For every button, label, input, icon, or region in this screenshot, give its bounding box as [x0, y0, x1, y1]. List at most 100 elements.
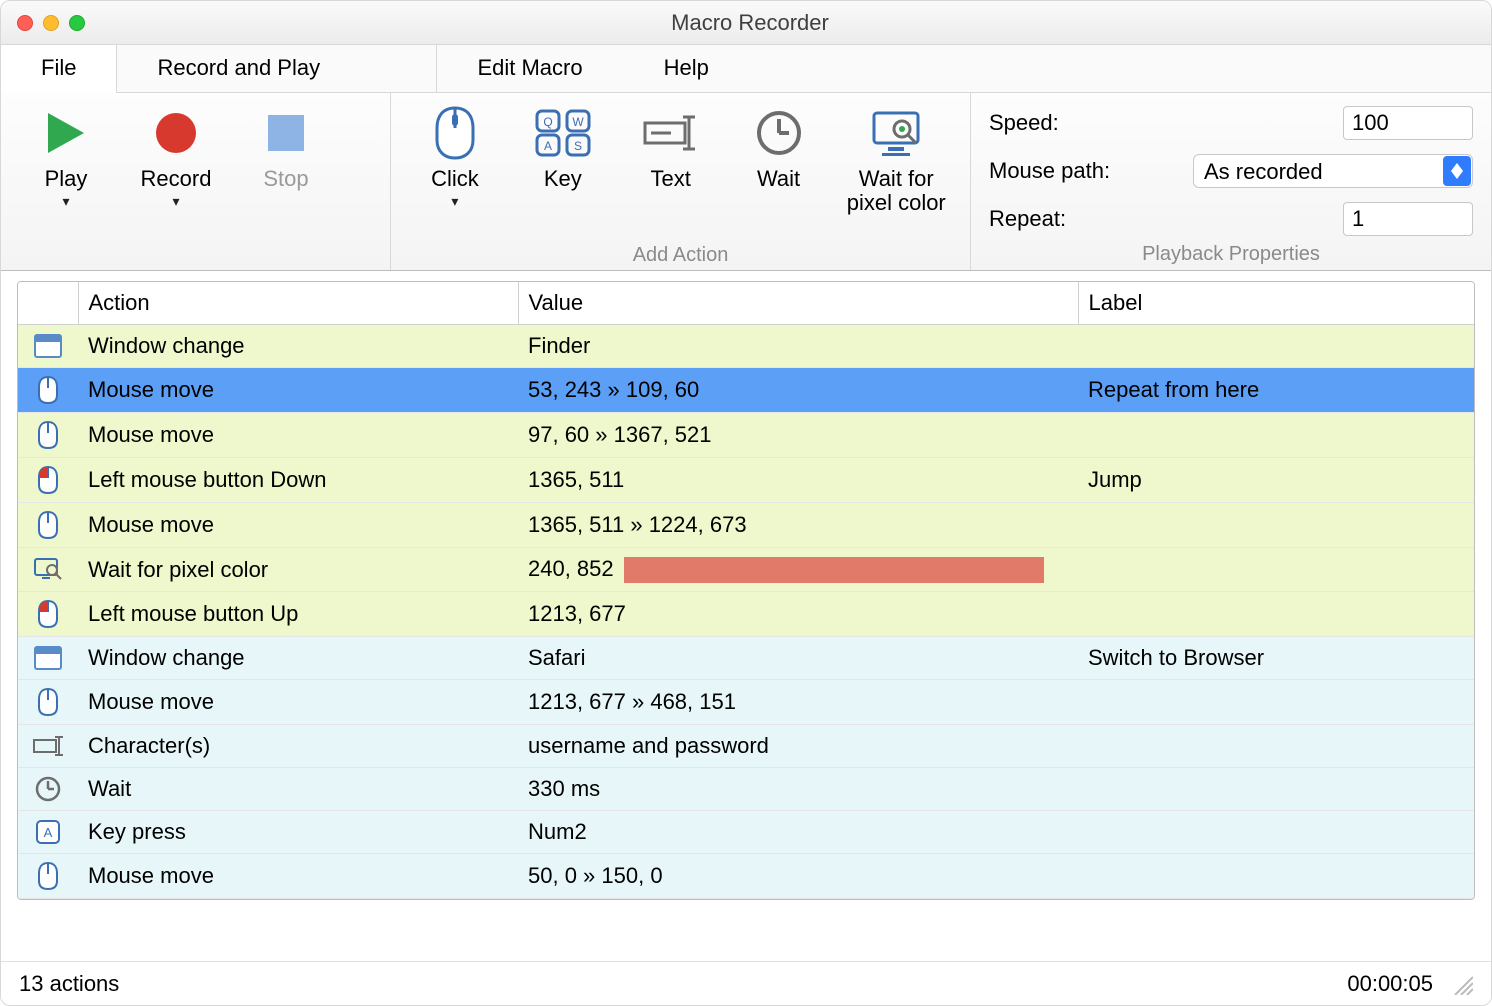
ribbon: Play ▾ Record ▾ Stop — [1, 93, 1491, 271]
mouse-path-select[interactable]: As recorded — [1193, 154, 1473, 188]
table-row[interactable]: Window changeFinder — [18, 325, 1474, 368]
row-label — [1078, 854, 1474, 899]
key-label: Key — [544, 167, 582, 191]
row-type-icon: A — [28, 819, 68, 845]
row-value: Safari — [518, 637, 1078, 680]
row-label — [1078, 503, 1474, 548]
select-chevron-icon — [1443, 156, 1471, 186]
row-value: 53, 243 » 109, 60 — [518, 368, 1078, 413]
play-icon — [38, 105, 94, 161]
row-action: Mouse move — [78, 680, 518, 725]
row-type-icon — [28, 421, 68, 449]
row-value: 1213, 677 » 468, 151 — [518, 680, 1078, 725]
repeat-input[interactable] — [1343, 202, 1473, 236]
table-row[interactable]: Mouse move50, 0 » 150, 0 — [18, 854, 1474, 899]
playback-caption: Playback Properties — [989, 243, 1473, 266]
pixel-search-icon — [868, 105, 924, 161]
svg-text:Q: Q — [543, 115, 552, 129]
row-value: Finder — [518, 325, 1078, 368]
table-row[interactable]: Mouse move97, 60 » 1367, 521 — [18, 413, 1474, 458]
row-type-icon — [28, 558, 68, 582]
actions-table-wrap: Action Value Label Window changeFinderMo… — [17, 281, 1475, 900]
table-row[interactable]: Wait330 ms — [18, 768, 1474, 811]
record-label: Record — [141, 167, 212, 191]
text-label: Text — [651, 167, 691, 191]
table-row[interactable]: Window changeSafariSwitch to Browser — [18, 637, 1474, 680]
row-value: 97, 60 » 1367, 521 — [518, 413, 1078, 458]
table-row[interactable]: Mouse move53, 243 » 109, 60Repeat from h… — [18, 368, 1474, 413]
row-label — [1078, 413, 1474, 458]
table-row[interactable]: Left mouse button Down1365, 511Jump — [18, 458, 1474, 503]
table-row[interactable]: Mouse move1213, 677 » 468, 151 — [18, 680, 1474, 725]
row-action: Wait — [78, 768, 518, 811]
row-label — [1078, 768, 1474, 811]
row-label — [1078, 811, 1474, 854]
record-icon — [148, 105, 204, 161]
row-type-icon — [28, 736, 68, 756]
status-time: 00:00:05 — [1347, 971, 1433, 997]
row-action: Left mouse button Down — [78, 458, 518, 503]
col-value-header[interactable]: Value — [518, 282, 1078, 325]
text-button[interactable]: Text — [617, 99, 725, 244]
row-action: Left mouse button Up — [78, 592, 518, 637]
mouse-icon — [427, 105, 483, 161]
row-value: 240, 852 — [518, 548, 1078, 592]
row-action: Mouse move — [78, 368, 518, 413]
row-type-icon — [28, 376, 68, 404]
row-action: Wait for pixel color — [78, 548, 518, 592]
col-action-header[interactable]: Action — [78, 282, 518, 325]
row-value: Num2 — [518, 811, 1078, 854]
menu-file[interactable]: File — [1, 45, 117, 93]
row-label: Jump — [1078, 458, 1474, 503]
table-row[interactable]: AKey pressNum2 — [18, 811, 1474, 854]
row-label — [1078, 592, 1474, 637]
click-button[interactable]: Click ▾ — [401, 99, 509, 244]
text-input-icon — [643, 105, 699, 161]
mouse-path-label: Mouse path: — [989, 158, 1159, 184]
menu-help[interactable]: Help — [624, 45, 750, 93]
menu-edit-macro[interactable]: Edit Macro — [437, 45, 623, 93]
row-action: Window change — [78, 325, 518, 368]
row-action: Window change — [78, 637, 518, 680]
group-caption-empty — [11, 244, 380, 266]
row-action: Character(s) — [78, 725, 518, 768]
row-value: 50, 0 » 150, 0 — [518, 854, 1078, 899]
row-type-icon — [28, 466, 68, 494]
col-icon-header[interactable] — [18, 282, 78, 325]
row-value: 1365, 511 » 1224, 673 — [518, 503, 1078, 548]
table-row[interactable]: Left mouse button Up1213, 677 — [18, 592, 1474, 637]
play-button[interactable]: Play ▾ — [11, 99, 121, 244]
keyboard-icon: Q W A S — [535, 105, 591, 161]
col-label-header[interactable]: Label — [1078, 282, 1474, 325]
record-button[interactable]: Record ▾ — [121, 99, 231, 244]
key-button[interactable]: Q W A S Key — [509, 99, 617, 244]
row-label: Repeat from here — [1078, 368, 1474, 413]
resize-grip-icon[interactable] — [1451, 973, 1473, 995]
row-type-icon — [28, 776, 68, 802]
actions-table[interactable]: Action Value Label Window changeFinderMo… — [18, 282, 1474, 899]
stop-button[interactable]: Stop — [231, 99, 341, 244]
svg-text:W: W — [572, 115, 584, 129]
clock-icon — [751, 105, 807, 161]
menu-record-and-play[interactable]: Record and Play — [117, 45, 437, 93]
row-action: Mouse move — [78, 413, 518, 458]
row-label — [1078, 548, 1474, 592]
play-label: Play — [45, 167, 88, 191]
chevron-down-icon: ▾ — [62, 193, 69, 210]
add-action-caption: Add Action — [401, 244, 960, 267]
row-type-icon — [28, 511, 68, 539]
row-label — [1078, 325, 1474, 368]
wait-pixel-button[interactable]: Wait for pixel color — [833, 99, 960, 244]
table-row[interactable]: Wait for pixel color240, 852 — [18, 548, 1474, 592]
wait-label: Wait — [757, 167, 800, 191]
chevron-down-icon: ▾ — [451, 193, 458, 210]
table-row[interactable]: Character(s)username and password — [18, 725, 1474, 768]
wait-button[interactable]: Wait — [725, 99, 833, 244]
row-action: Mouse move — [78, 503, 518, 548]
status-actions-count: 13 actions — [19, 971, 119, 997]
stop-icon — [258, 105, 314, 161]
wait-pixel-label: Wait for pixel color — [847, 167, 946, 215]
table-row[interactable]: Mouse move1365, 511 » 1224, 673 — [18, 503, 1474, 548]
stop-label: Stop — [263, 167, 308, 191]
speed-input[interactable] — [1343, 106, 1473, 140]
